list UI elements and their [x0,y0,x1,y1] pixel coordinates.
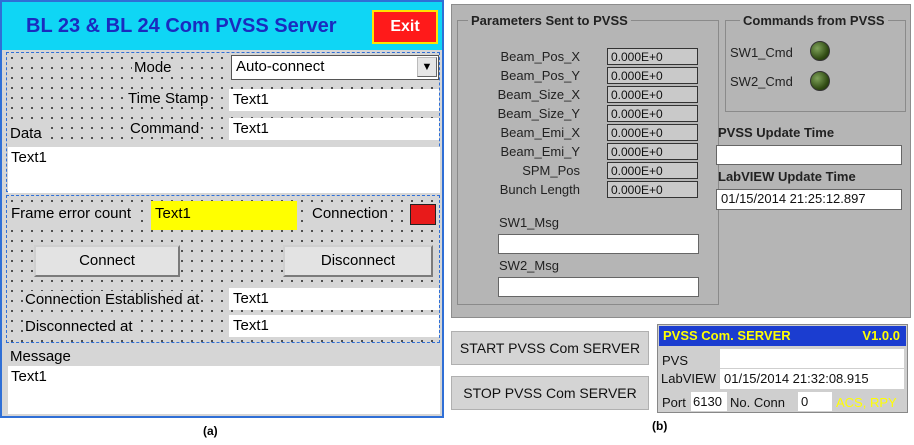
command-field: Text1 [229,118,439,140]
disconnect-button[interactable]: Disconnect [283,245,433,277]
sw1-cmd-label: SW1_Cmd [730,45,793,60]
param-value: 0.000E+0 [607,67,698,84]
app-title: BL 23 & BL 24 Com PVSS Server [26,15,337,37]
mode-select[interactable]: Auto-connect ▼ [231,55,439,80]
param-value: 0.000E+0 [607,124,698,141]
param-label: Beam_Pos_Y [500,68,581,83]
disconnected-label: Disconnected at [23,318,135,335]
sw1-msg-field [498,234,699,254]
param-label: Bunch Length [499,182,580,197]
command-label: Command [128,120,202,137]
app-header: BL 23 & BL 24 Com PVSS Server Exit [2,2,442,50]
param-label: Beam_Size_Y [497,106,580,121]
port-label: Port [662,395,686,410]
pvss-update-label: PVSS Update Time [718,125,835,140]
pvss-update-field [716,145,902,165]
sw2-cmd-label: SW2_Cmd [730,74,793,89]
labview-value: 01/15/2014 21:32:08.915 [724,371,869,386]
commands-group [725,20,906,112]
param-value: 0.000E+0 [607,143,698,160]
stop-server-button[interactable]: STOP PVSS Com SERVER [451,376,649,410]
port-field: 6130 [691,392,727,411]
param-label: Beam_Size_X [497,87,580,102]
server-title: PVSS Com. SERVER [663,328,791,343]
param-value: 0.000E+0 [607,181,698,198]
disconnected-field: Text1 [229,315,439,337]
panel-b: Parameters Sent to PVSS Beam_Pos_X 0.000E… [451,4,911,318]
pvs-field [720,349,904,368]
sw2-msg-field [498,277,699,297]
chevron-down-icon[interactable]: ▼ [417,57,437,77]
labview-label: LabVIEW [661,371,716,386]
frame-error-field: Text1 [151,201,297,230]
param-label: Beam_Emi_X [500,125,580,140]
param-value: 0.000E+0 [607,86,698,103]
no-conn-label: No. Conn [730,395,785,410]
frame-error-label: Frame error count [9,205,134,222]
param-value: 0.000E+0 [607,105,698,122]
pvs-label: PVS [662,353,689,368]
mode-label: Mode [132,59,174,76]
mode-select-value: Auto-connect [236,58,325,75]
timestamp-label: Time Stamp [126,90,211,107]
panel-a: BL 23 & BL 24 Com PVSS Server Exit Mode … [0,0,444,418]
sw2-msg-label: SW2_Msg [499,258,559,273]
start-server-button[interactable]: START PVSS Com SERVER [451,331,649,365]
data-label: Data [8,125,44,142]
connection-established-label: Connection Established at [23,291,202,308]
param-value: 0.000E+0 [607,48,698,65]
param-label: SPM_Pos [522,163,580,178]
sw1-cmd-led [810,41,830,61]
labview-field: 01/15/2014 21:32:08.915 [720,369,904,389]
sw2-cmd-led [810,71,830,91]
caption-a: (a) [203,424,218,438]
server-version: V1.0.0 [862,328,900,343]
param-label: Beam_Pos_X [500,49,581,64]
message-label: Message [8,348,73,365]
server-status-panel: PVSS Com. SERVER V1.0.0 PVS LabVIEW 01/1… [657,324,908,413]
server-title-bar: PVSS Com. SERVER V1.0.0 [659,326,906,346]
param-label: Beam_Emi_Y [500,144,580,159]
commands-group-title: Commands from PVSS [740,13,888,28]
connect-button[interactable]: Connect [34,245,180,277]
sw1-msg-label: SW1_Msg [499,215,559,230]
params-group-title: Parameters Sent to PVSS [468,13,631,28]
message-textarea[interactable]: Text1 [8,366,440,414]
data-textarea[interactable]: Text1 [8,147,440,193]
credit-text: ACS, RPY [836,395,897,410]
no-conn-field: 0 [798,392,832,411]
connection-established-field: Text1 [229,288,439,310]
timestamp-field: Text1 [229,89,439,111]
exit-button[interactable]: Exit [372,10,438,44]
labview-update-field: 01/15/2014 21:25:12.897 [716,189,902,210]
no-conn-value: 0 [801,394,809,409]
port-value: 6130 [693,394,722,409]
connection-indicator [410,204,436,225]
labview-update-label: LabVIEW Update Time [718,169,856,184]
connection-label: Connection [310,205,390,222]
param-value: 0.000E+0 [607,162,698,179]
caption-b: (b) [652,419,668,433]
